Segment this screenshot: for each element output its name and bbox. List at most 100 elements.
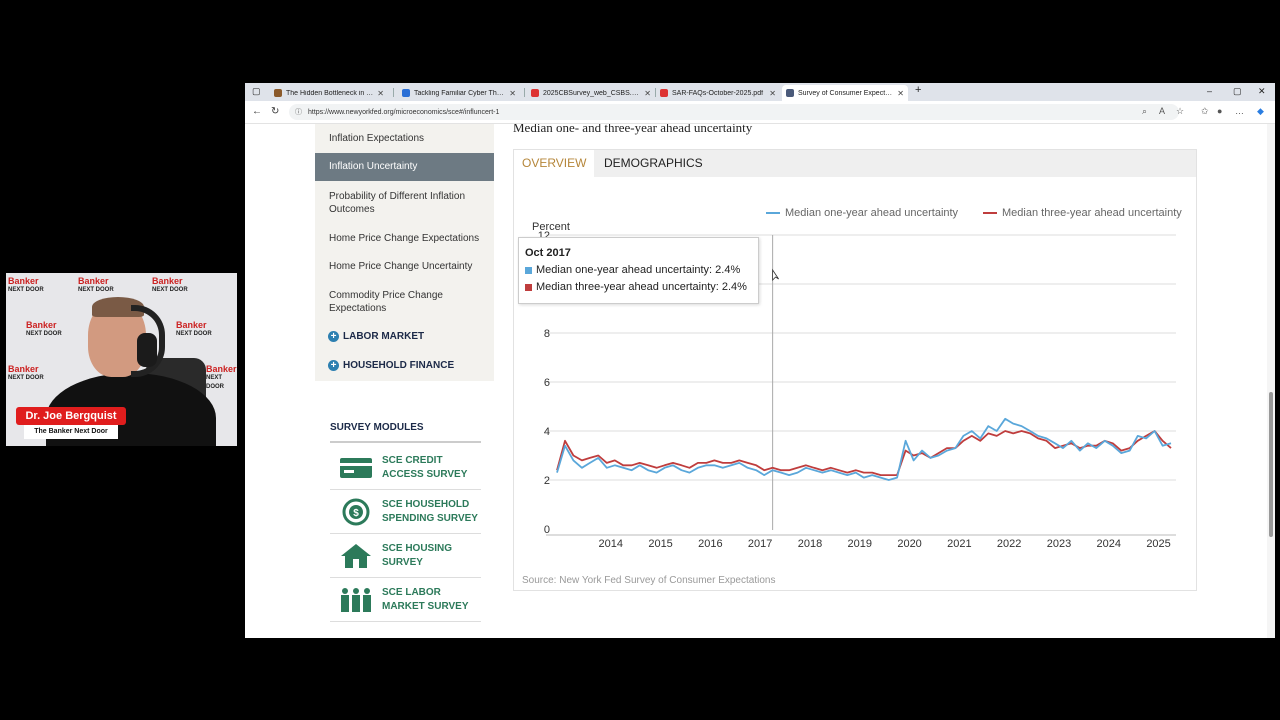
legend-label: Median three-year ahead uncertainty (1002, 207, 1182, 219)
workers-icon (341, 588, 371, 612)
profile-icon[interactable]: ● (1217, 106, 1222, 116)
scrollbar-thumb[interactable] (1269, 392, 1273, 537)
house-icon (341, 544, 371, 568)
tab-demographics[interactable]: DEMOGRAPHICS (596, 150, 711, 177)
close-tab-icon[interactable]: ✕ (769, 89, 776, 98)
dollar-cycle-icon: $ (342, 498, 370, 526)
close-tab-icon[interactable]: ✕ (509, 89, 516, 98)
sidebar-item-inflation-expectations[interactable]: Inflation Expectations (329, 132, 484, 145)
tab-favicon (786, 89, 794, 97)
refresh-icon[interactable]: ↻ (271, 106, 279, 117)
close-tab-icon[interactable]: ✕ (897, 89, 904, 98)
module-household-spending[interactable]: $ SCE HOUSEHOLD SPENDING SURVEY (330, 490, 481, 534)
presenter-subtitle: The Banker Next Door (24, 425, 118, 439)
favorite-star-icon[interactable]: ☆ (1176, 106, 1184, 117)
y-tick-label: 6 (544, 377, 550, 389)
headphone-earcup (137, 333, 157, 367)
maximize-icon[interactable]: ▢ (1233, 86, 1242, 97)
section-label: LABOR MARKET (343, 331, 425, 342)
divider (330, 441, 481, 443)
tab-overview[interactable]: OVERVIEW (514, 150, 595, 177)
module-label: SCE CREDIT ACCESS SURVEY (382, 455, 468, 480)
close-tab-icon[interactable]: ✕ (644, 89, 651, 98)
favorites-icon[interactable]: ✩ (1201, 106, 1209, 117)
browser-tab-4[interactable]: SAR-FAQs-October-2025.pdf ✕ (656, 85, 780, 101)
legend-swatch (766, 212, 780, 214)
tab-favicon (531, 89, 539, 97)
sidebar-item-home-price-expectations[interactable]: Home Price Change Expectations (329, 232, 484, 245)
module-label: SCE HOUSEHOLD SPENDING SURVEY (382, 499, 478, 524)
watermark-logo: Banker NEXT DOOR (176, 320, 212, 338)
tab-favicon (274, 89, 282, 97)
tab-title: SAR-FAQs-October-2025.pdf (672, 89, 764, 97)
chart-section-title: Median one- and three-year ahead uncerta… (513, 124, 753, 135)
url-text: https://www.newyorkfed.org/microeconomic… (308, 108, 500, 116)
tab-title: The Hidden Bottleneck in Winnin (286, 89, 373, 97)
tooltip-date: Oct 2017 (525, 247, 571, 259)
site-info-icon[interactable]: ⓘ (295, 107, 302, 117)
sidebar-item-probability-inflation[interactable]: Probability of Different Inflation Outco… (329, 190, 484, 216)
tab-title: Survey of Consumer Expectation (798, 89, 894, 97)
module-label: SCE LABOR MARKET SURVEY (382, 587, 469, 612)
mouse-cursor-icon (772, 268, 779, 281)
series-line-three-year (556, 430, 1172, 477)
legend-label: Median one-year ahead uncertainty (785, 207, 959, 219)
tab-favicon (660, 89, 668, 97)
module-credit-access[interactable]: SCE CREDIT ACCESS SURVEY (330, 446, 481, 490)
y-tick-label: 4 (544, 426, 550, 438)
plus-circle-icon: + (328, 360, 339, 371)
x-tick-label: 2023 (1047, 538, 1071, 550)
read-aloud-icon[interactable]: A (1159, 106, 1165, 116)
close-tab-icon[interactable]: ✕ (377, 89, 384, 98)
tab-title: 2025CBSurvey_web_CSBS.pdf (543, 89, 641, 97)
x-tick-label: 2021 (947, 538, 971, 550)
legend-item-one-year[interactable]: Median one-year ahead uncertainty (766, 207, 958, 219)
minimize-icon[interactable]: – (1207, 86, 1212, 96)
tab-title: Tackling Familiar Cyber Threats w (414, 89, 505, 97)
chart-source: Source: New York Fed Survey of Consumer … (522, 575, 776, 586)
copilot-icon[interactable]: ◆ (1257, 106, 1264, 117)
x-tick-label: 2018 (798, 538, 822, 550)
tooltip-line-one-year: Median one-year ahead uncertainty: 2.4% (525, 264, 740, 276)
module-label: SCE HOUSING SURVEY (382, 543, 453, 568)
browser-window: ▢ The Hidden Bottleneck in Winnin ✕ Tack… (245, 83, 1275, 638)
sidebar-item-home-price-uncertainty[interactable]: Home Price Change Uncertainty (329, 260, 484, 273)
sidebar-item-commodity-price[interactable]: Commodity Price Change Expectations (329, 289, 484, 315)
y-tick-label: 2 (544, 475, 550, 487)
close-window-icon[interactable]: ✕ (1258, 86, 1266, 97)
tab-actions-icon[interactable]: ▢ (252, 86, 261, 97)
sidebar-section-labor-market[interactable]: + LABOR MARKET (328, 331, 424, 342)
legend-swatch (983, 212, 997, 214)
browser-tab-2[interactable]: Tackling Familiar Cyber Threats w ✕ (398, 85, 520, 101)
browser-tab-3[interactable]: 2025CBSurvey_web_CSBS.pdf ✕ (527, 85, 655, 101)
x-tick-label: 2016 (698, 538, 722, 550)
new-tab-icon[interactable]: + (915, 84, 921, 96)
watermark-logo: Banker NEXT DOOR (8, 276, 44, 294)
module-labor-market[interactable]: SCE LABOR MARKET SURVEY (330, 578, 481, 622)
tooltip-swatch (525, 283, 532, 291)
y-tick-label: 8 (544, 328, 550, 340)
more-icon[interactable]: … (1235, 106, 1244, 116)
x-tick-label: 2024 (1097, 538, 1121, 550)
x-tick-label: 2022 (997, 538, 1021, 550)
watermark-logo: Banker NEXT DOOR (152, 276, 188, 294)
legend-item-three-year[interactable]: Median three-year ahead uncertainty (983, 207, 1182, 219)
tooltip-value: Median one-year ahead uncertainty: 2.4% (536, 264, 741, 276)
sidebar-item-inflation-uncertainty-active[interactable]: Inflation Uncertainty (315, 153, 494, 181)
browser-tab-5-active[interactable]: Survey of Consumer Expectation ✕ (782, 85, 908, 101)
chart-tabs: OVERVIEW DEMOGRAPHICS (514, 150, 1196, 177)
browser-tab-1[interactable]: The Hidden Bottleneck in Winnin ✕ (270, 85, 388, 101)
module-housing[interactable]: SCE HOUSING SURVEY (330, 534, 481, 578)
page-scrollbar[interactable] (1267, 124, 1275, 638)
svg-text:$: $ (353, 508, 359, 519)
survey-modules-title: SURVEY MODULES (330, 422, 424, 433)
url-input[interactable]: ⓘ https://www.newyorkfed.org/microeconom… (289, 104, 1179, 120)
x-tick-label: 2015 (648, 538, 672, 550)
plus-circle-icon: + (328, 331, 339, 342)
chart-container: Percent024681012201420152016201720182019… (513, 149, 1197, 591)
back-icon[interactable]: ← (252, 106, 262, 117)
sidebar-section-household-finance[interactable]: + HOUSEHOLD FINANCE (328, 360, 454, 371)
zoom-icon[interactable]: ⌕ (1142, 106, 1147, 117)
webcam-overlay: Banker NEXT DOOR Banker NEXT DOOR Banker NE… (6, 273, 237, 446)
x-tick-label: 2020 (897, 538, 921, 550)
